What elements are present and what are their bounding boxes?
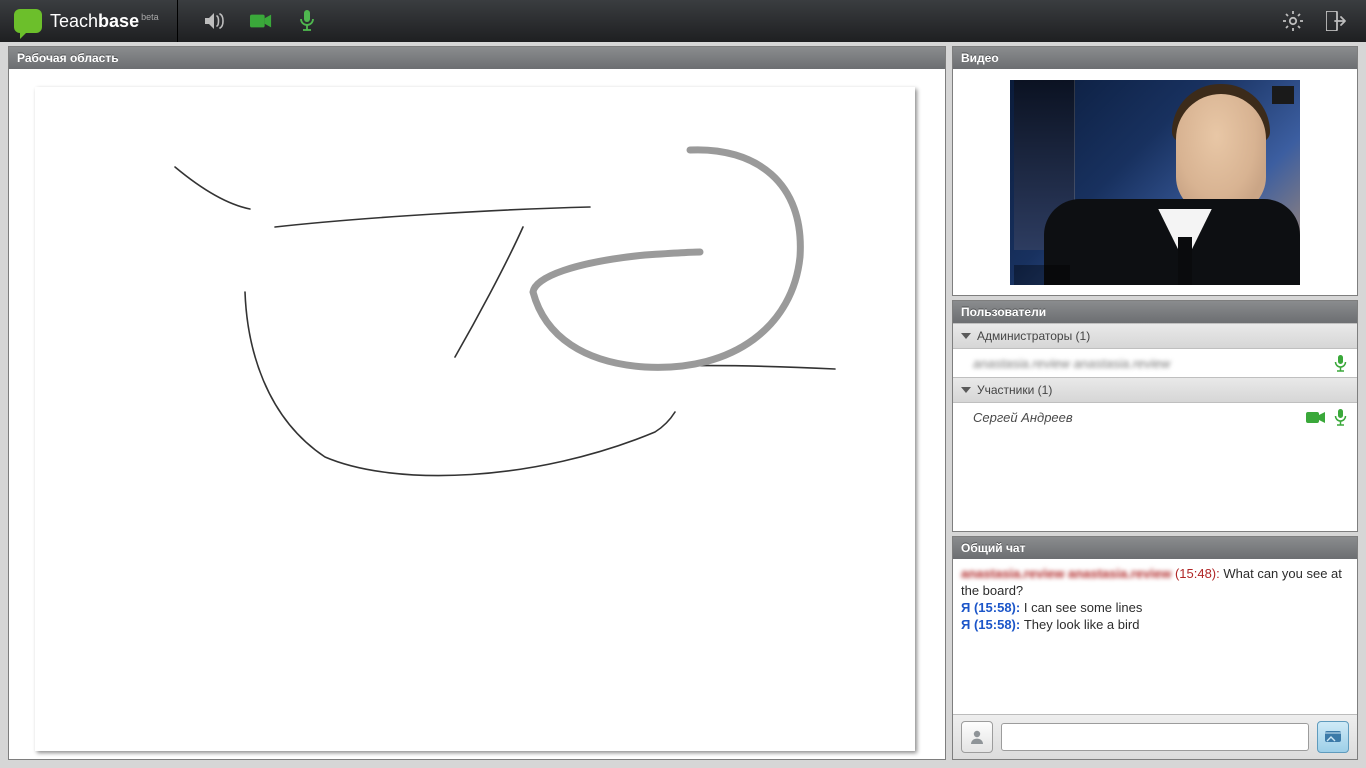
microphone-icon[interactable] xyxy=(1334,409,1347,426)
chat-time: (15:58): xyxy=(974,617,1020,632)
users-title: Пользователи xyxy=(953,301,1357,323)
camera-icon[interactable] xyxy=(250,10,272,32)
participants-label: Участники (1) xyxy=(977,383,1052,397)
recipient-button[interactable] xyxy=(961,721,993,753)
user-row-admin[interactable]: anastasia.review anastasia.review xyxy=(953,349,1357,377)
video-title: Видео xyxy=(953,47,1357,69)
brand-name-bold: base xyxy=(98,11,139,31)
microphone-icon[interactable] xyxy=(296,10,318,32)
chat-author: Я xyxy=(961,617,970,632)
video-feed[interactable] xyxy=(1010,80,1300,285)
top-toolbar: Teachbasebeta xyxy=(0,0,1366,42)
brand-logo: Teachbasebeta xyxy=(0,0,178,42)
chat-time: (15:58): xyxy=(974,600,1020,615)
chat-title: Общий чат xyxy=(953,537,1357,559)
participant-name: Сергей Андреев xyxy=(973,410,1073,425)
chat-message: Я (15:58): I can see some lines xyxy=(961,599,1349,616)
admins-label: Администраторы (1) xyxy=(977,329,1090,343)
workspace-body xyxy=(9,69,945,759)
users-panel: Пользователи Администраторы (1) anastasi… xyxy=(952,300,1358,532)
send-button[interactable] xyxy=(1317,721,1349,753)
toolbar-right xyxy=(1282,10,1366,32)
logo-icon xyxy=(14,9,42,33)
users-body: Администраторы (1) anastasia.review anas… xyxy=(953,323,1357,531)
participants-group-header[interactable]: Участники (1) xyxy=(953,377,1357,403)
chat-panel: Общий чат anastasia.review anastasia.rev… xyxy=(952,536,1358,760)
video-body xyxy=(953,69,1357,295)
workspace-panel: Рабочая область xyxy=(8,46,946,760)
chat-message: anastasia.review anastasia.review (15:48… xyxy=(961,565,1349,599)
chat-footer xyxy=(953,715,1357,759)
workspace-title: Рабочая область xyxy=(9,47,945,69)
chat-author: Я xyxy=(961,600,970,615)
chat-author: anastasia.review anastasia.review xyxy=(961,566,1171,581)
chat-text: They look like a bird xyxy=(1024,617,1140,632)
brand-name: Teachbasebeta xyxy=(50,11,159,32)
speaker-icon[interactable] xyxy=(204,10,226,32)
user-row-participant[interactable]: Сергей Андреев xyxy=(953,403,1357,431)
gear-icon[interactable] xyxy=(1282,10,1304,32)
media-controls xyxy=(178,10,318,32)
chat-input[interactable] xyxy=(1001,723,1309,751)
admin-name: anastasia.review anastasia.review xyxy=(973,356,1170,371)
chevron-down-icon xyxy=(961,333,971,339)
chat-messages[interactable]: anastasia.review anastasia.review (15:48… xyxy=(953,559,1357,715)
chat-text: I can see some lines xyxy=(1024,600,1143,615)
admins-group-header[interactable]: Администраторы (1) xyxy=(953,323,1357,349)
whiteboard-canvas[interactable] xyxy=(35,87,915,751)
video-panel: Видео xyxy=(952,46,1358,296)
chat-message: Я (15:58): They look like a bird xyxy=(961,616,1349,633)
video-pip-indicator xyxy=(1272,86,1294,104)
chat-time: (15:48): xyxy=(1175,566,1220,581)
chevron-down-icon xyxy=(961,387,971,393)
brand-beta: beta xyxy=(141,12,159,22)
logout-icon[interactable] xyxy=(1326,10,1348,32)
camera-icon[interactable] xyxy=(1306,411,1326,424)
microphone-icon[interactable] xyxy=(1334,355,1347,372)
brand-name-light: Teach xyxy=(50,11,98,31)
